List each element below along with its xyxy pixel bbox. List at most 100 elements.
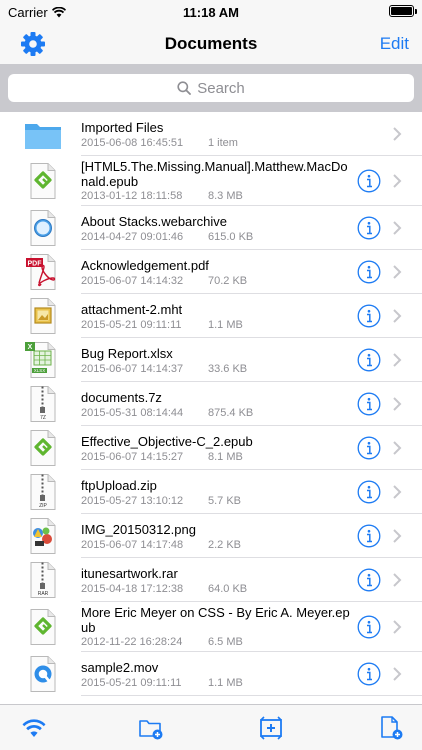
file-row[interactable]: PDF Acknowledgement.pdf 2015-06-07 14:14:3… <box>0 250 422 294</box>
info-icon[interactable] <box>357 260 381 284</box>
epub-icon <box>30 163 56 199</box>
quicktime-icon <box>30 656 56 692</box>
file-size: 8.1 MB <box>208 451 243 463</box>
new-folder-icon[interactable] <box>138 715 164 741</box>
file-meta: 2015-06-07 14:15:27 8.1 MB <box>81 451 243 463</box>
svg-text:ZIP: ZIP <box>39 503 47 509</box>
file-date: 2013-01-12 18:11:58 <box>81 190 183 202</box>
file-name: attachment-2.mht <box>81 302 183 317</box>
file-row[interactable]: attachment-2.mht 2015-05-21 09:11:11 1.1 M… <box>0 294 422 338</box>
file-meta: 2015-06-07 14:17:48 2.2 KB <box>81 539 241 551</box>
file-meta: 2012-11-22 16:28:24 6.5 MB <box>81 636 243 648</box>
file-size: 70.2 KB <box>208 275 248 287</box>
archive-rar-icon: RAR <box>30 562 56 598</box>
photo-import-icon[interactable] <box>258 715 284 741</box>
file-date: 2014-04-27 09:01:46 <box>81 231 184 243</box>
picture-icon <box>30 298 56 334</box>
file-row[interactable]: sample2.mov 2015-05-21 09:11:11 1.1 MB <box>0 652 422 696</box>
chevron-right-icon <box>393 529 402 543</box>
status-bar: Carrier 11:18 AM <box>0 0 422 24</box>
file-meta: 2015-05-21 09:11:11 1.1 MB <box>81 319 243 331</box>
pdf-icon: PDF <box>26 254 56 290</box>
info-icon[interactable] <box>357 524 381 548</box>
folder-icon <box>25 124 61 149</box>
file-size: 615.0 KB <box>208 231 254 243</box>
file-date: 2015-05-21 09:11:11 <box>81 677 182 689</box>
file-date: 2015-06-08 16:45:51 <box>81 137 184 149</box>
file-meta: 2015-06-08 16:45:51 1 item <box>81 137 238 149</box>
info-icon[interactable] <box>357 169 381 193</box>
chevron-right-icon <box>393 573 402 587</box>
file-row[interactable]: RAR itunesartwork.rar 2015-04-18 17:12:38 6… <box>0 558 422 602</box>
file-size: 33.6 KB <box>208 363 248 375</box>
search-bar: Search <box>0 64 422 112</box>
file-row[interactable]: More Eric Meyer on CSS - By Eric A. Meye… <box>0 602 422 652</box>
svg-text:7Z: 7Z <box>40 415 46 421</box>
file-name: Effective_Objective-C_2.epub <box>81 434 253 449</box>
file-size: 8.3 MB <box>208 190 243 202</box>
file-size: 875.4 KB <box>208 407 254 419</box>
info-icon[interactable] <box>357 480 381 504</box>
file-name: documents.7z <box>81 390 162 405</box>
file-name: Bug Report.xlsx <box>81 346 173 361</box>
file-date: 2015-06-07 14:14:32 <box>81 275 184 287</box>
info-icon[interactable] <box>357 436 381 460</box>
file-name: IMG_20150312.png <box>81 522 196 537</box>
file-size: 5.7 KB <box>208 495 242 507</box>
file-name: [HTML5.The.Missing.Manual].Matthew.MacDo… <box>81 159 348 189</box>
file-date: 2015-06-07 14:14:37 <box>81 363 184 375</box>
file-row[interactable]: ZIP ftpUpload.zip 2015-05-27 13:10:12 5.7 K… <box>0 470 422 514</box>
file-date: 2015-04-18 17:12:38 <box>81 583 184 595</box>
battery-fill <box>391 7 412 15</box>
svg-text:X: X <box>28 344 33 351</box>
chevron-right-icon <box>393 127 402 141</box>
file-meta: 2015-05-27 13:10:12 5.7 KB <box>81 495 241 507</box>
new-file-icon[interactable] <box>378 715 404 741</box>
chevron-right-icon <box>393 174 402 188</box>
status-right <box>389 5 417 17</box>
info-icon[interactable] <box>357 662 381 686</box>
info-icon[interactable] <box>357 568 381 592</box>
file-size: 1 item <box>208 137 238 149</box>
file-meta: 2015-06-07 14:14:32 70.2 KB <box>81 275 247 287</box>
xlsx-icon: X XLSX <box>25 342 56 378</box>
file-name: More Eric Meyer on CSS - By Eric A. Meye… <box>81 605 350 635</box>
file-row[interactable]: IMG_20150312.png 2015-06-07 14:17:48 2.2 K… <box>0 514 422 558</box>
info-icon[interactable] <box>357 615 381 639</box>
file-date: 2015-05-27 13:10:12 <box>81 495 184 507</box>
chevron-right-icon <box>393 485 402 499</box>
file-name: Acknowledgement.pdf <box>81 258 209 273</box>
file-meta: 2015-05-31 08:14:44 875.4 KB <box>81 407 253 419</box>
info-icon[interactable] <box>357 216 381 240</box>
archive-zip-icon: ZIP <box>30 474 56 510</box>
file-row[interactable]: X XLSX Bug Report.xlsx 2015-06-07 14:14:37 3… <box>0 338 422 382</box>
file-size: 64.0 KB <box>208 583 248 595</box>
safari-icon <box>30 210 56 246</box>
info-icon[interactable] <box>357 348 381 372</box>
file-row[interactable]: [HTML5.The.Missing.Manual].Matthew.MacDo… <box>0 156 422 206</box>
svg-text:RAR: RAR <box>38 591 49 597</box>
file-name: Imported Files <box>81 120 164 135</box>
search-input[interactable]: Search <box>8 74 414 102</box>
nav-bar: Documents Edit <box>0 24 422 64</box>
file-row[interactable]: Effective_Objective-C_2.epub 2015-06-07 1… <box>0 426 422 470</box>
info-icon[interactable] <box>357 304 381 328</box>
wifi-icon[interactable] <box>21 715 47 741</box>
info-icon[interactable] <box>357 392 381 416</box>
file-size: 1.1 MB <box>208 319 243 331</box>
file-date: 2015-05-21 09:11:11 <box>81 319 182 331</box>
edit-button[interactable]: Edit <box>380 34 409 54</box>
chevron-right-icon <box>393 441 402 455</box>
chevron-right-icon <box>393 221 402 235</box>
file-list[interactable]: Imported Files 2015-06-08 16:45:51 1 item [… <box>0 112 422 704</box>
file-row[interactable]: 7Z documents.7z 2015-05-31 08:14:44 875.4 K… <box>0 382 422 426</box>
search-icon <box>177 81 192 95</box>
file-row[interactable]: About Stacks.webarchive 2014-04-27 09:01:… <box>0 206 422 250</box>
bottom-toolbar <box>0 704 422 750</box>
file-name: About Stacks.webarchive <box>81 214 227 229</box>
file-size: 2.2 KB <box>208 539 242 551</box>
file-meta: 2015-05-21 09:11:11 1.1 MB <box>81 677 243 689</box>
file-row[interactable]: Imported Files 2015-06-08 16:45:51 1 item <box>0 112 422 156</box>
file-meta: 2014-04-27 09:01:46 615.0 KB <box>81 231 253 243</box>
file-date: 2012-11-22 16:28:24 <box>81 636 183 648</box>
